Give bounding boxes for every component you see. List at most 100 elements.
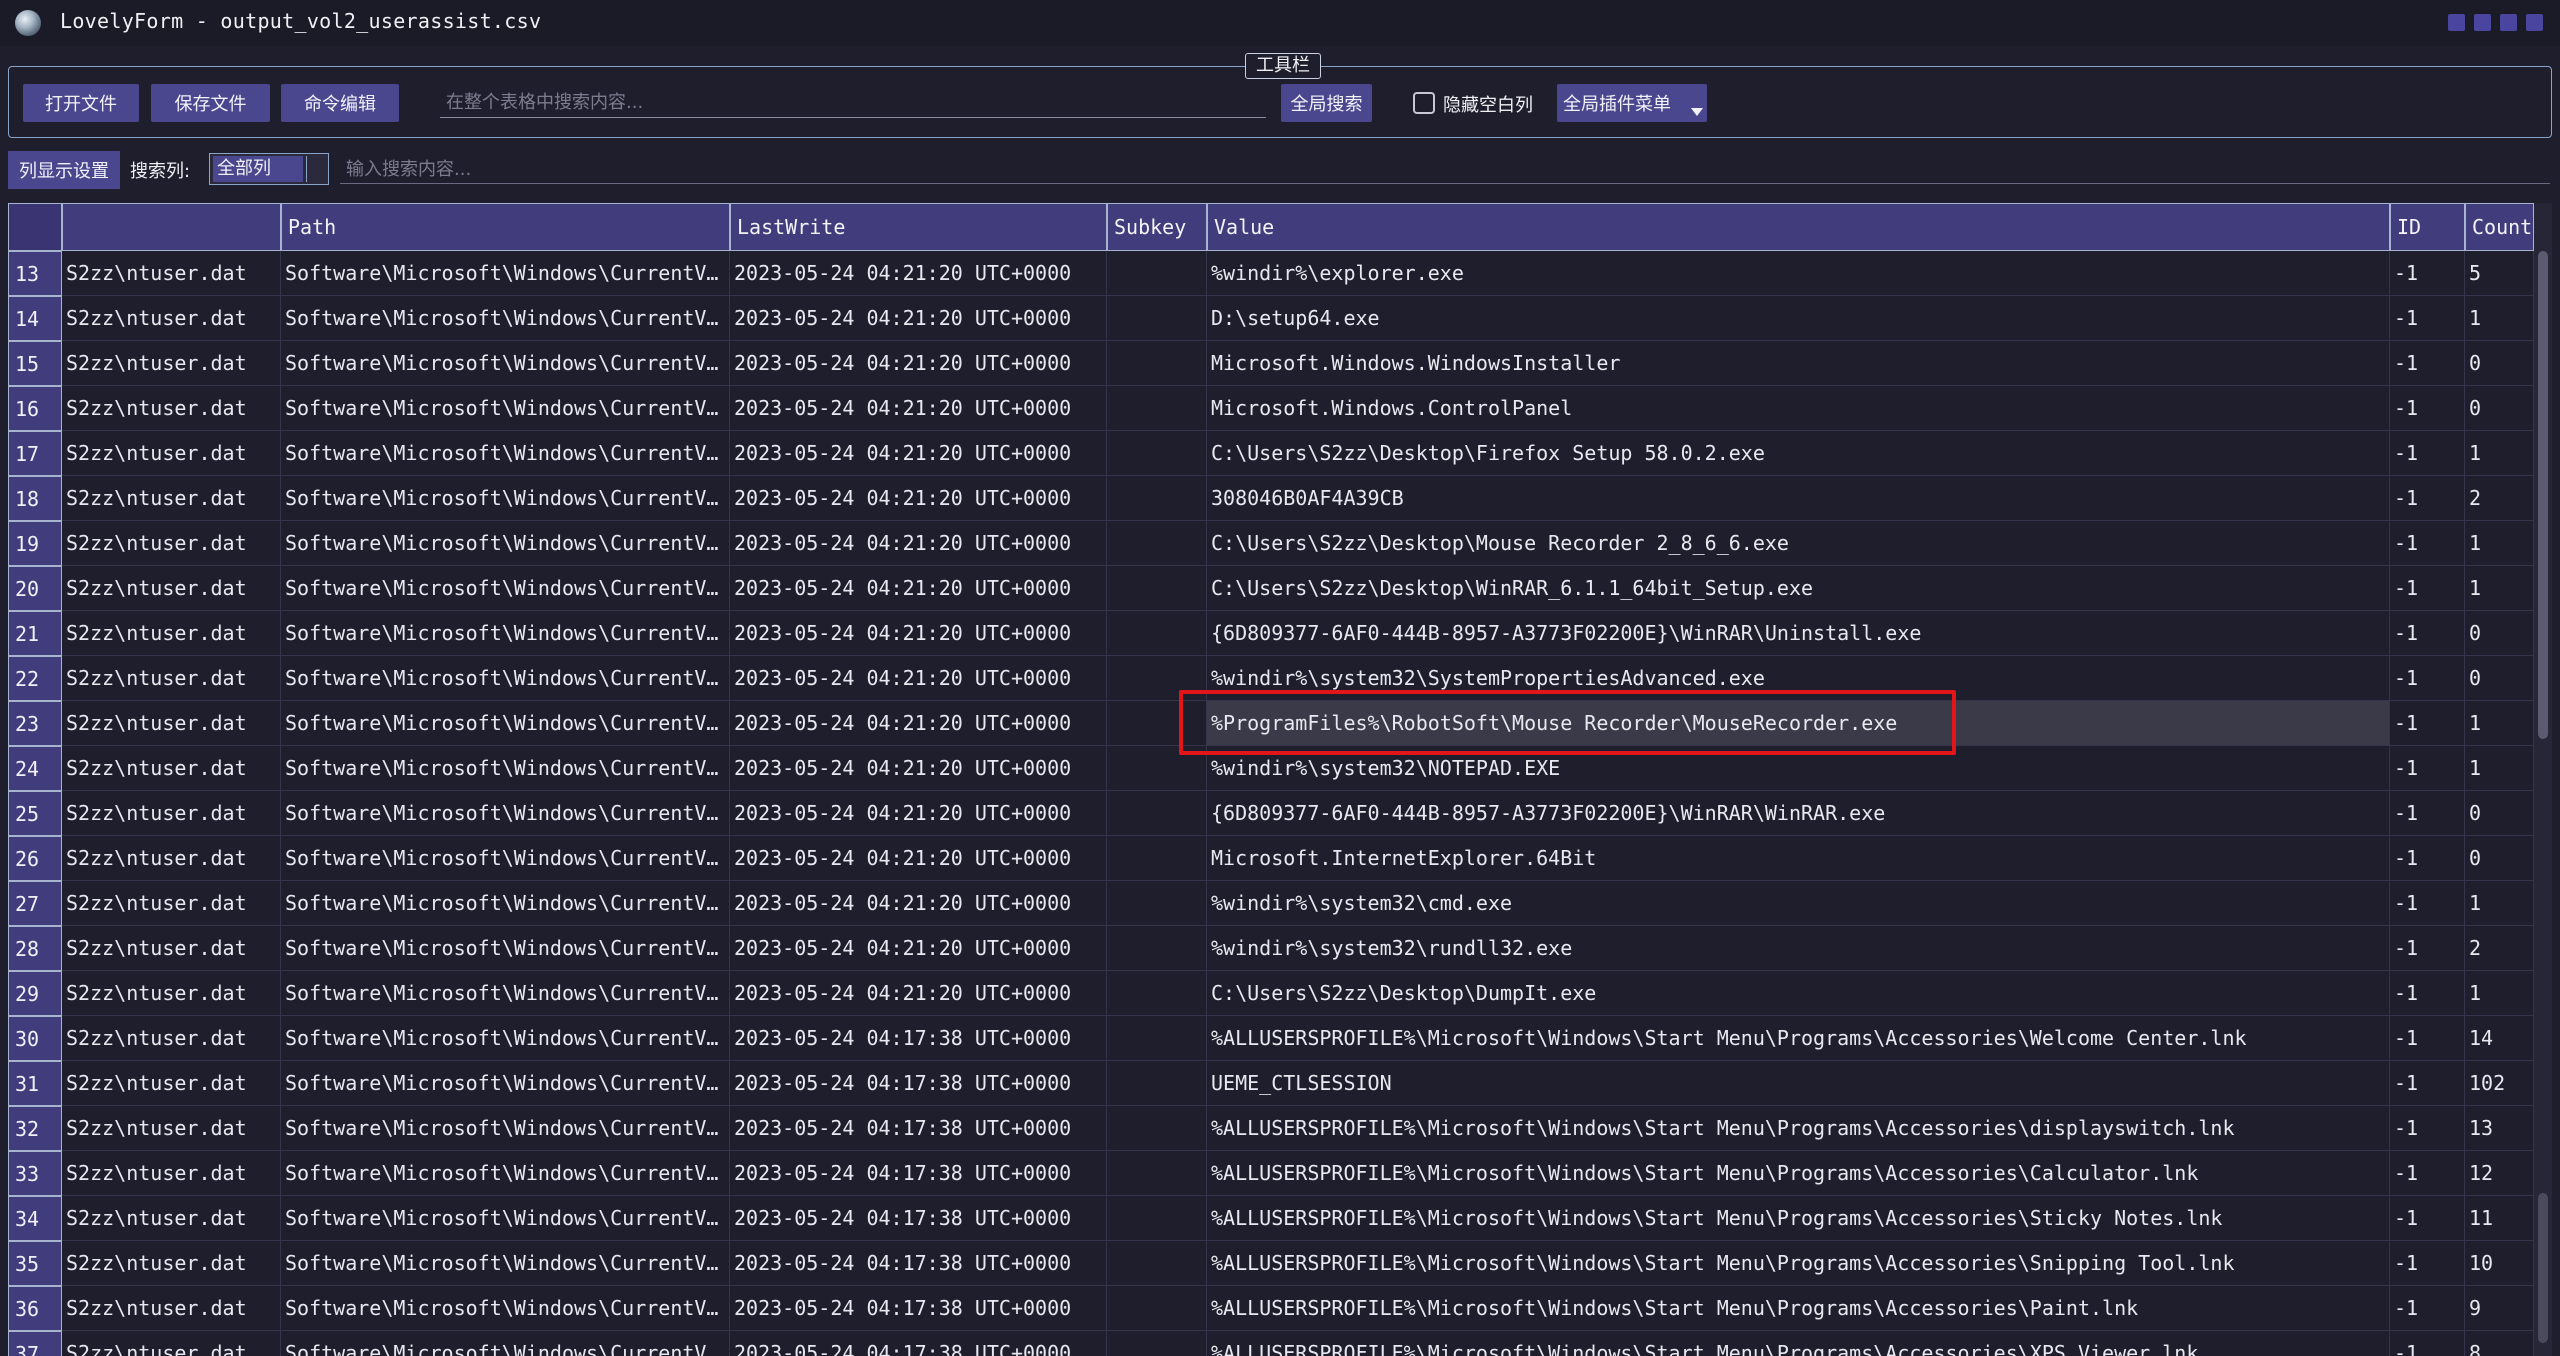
- cell-path[interactable]: Software\Microsoft\Windows\CurrentV…: [281, 791, 730, 836]
- cell-subkey[interactable]: [1107, 656, 1207, 701]
- cell-id[interactable]: -1: [2390, 566, 2465, 611]
- cell-subkey[interactable]: [1107, 881, 1207, 926]
- cell-path[interactable]: Software\Microsoft\Windows\CurrentV…: [281, 971, 730, 1016]
- cell-file[interactable]: S2zz\ntuser.dat: [62, 1061, 281, 1106]
- cell-subkey[interactable]: [1107, 1061, 1207, 1106]
- cell-path[interactable]: Software\Microsoft\Windows\CurrentV…: [281, 701, 730, 746]
- cell-count[interactable]: 12: [2465, 1151, 2534, 1196]
- cell-value[interactable]: %ALLUSERSPROFILE%\Microsoft\Windows\Star…: [1207, 1196, 2390, 1241]
- cell-id[interactable]: -1: [2390, 386, 2465, 431]
- cell-id[interactable]: -1: [2390, 476, 2465, 521]
- vertical-scrollbar[interactable]: [2534, 203, 2552, 1356]
- cell-lastwrite[interactable]: 2023-05-24 04:21:20 UTC+0000: [730, 836, 1107, 881]
- cell-value[interactable]: %windir%\system32\cmd.exe: [1207, 881, 2390, 926]
- row-number[interactable]: 17: [8, 431, 62, 476]
- table-row[interactable]: 30 S2zz\ntuser.dat Software\Microsoft\Wind…: [8, 1016, 2534, 1061]
- cell-value[interactable]: %ALLUSERSPROFILE%\Microsoft\Windows\Star…: [1207, 1286, 2390, 1331]
- cell-count[interactable]: 0: [2465, 611, 2534, 656]
- cell-id[interactable]: -1: [2390, 1151, 2465, 1196]
- row-number[interactable]: 21: [8, 611, 62, 656]
- cell-path[interactable]: Software\Microsoft\Windows\CurrentV…: [281, 1331, 730, 1356]
- table-row[interactable]: 17 S2zz\ntuser.dat Software\Microsoft\Wind…: [8, 431, 2534, 476]
- cell-file[interactable]: S2zz\ntuser.dat: [62, 431, 281, 476]
- cell-value[interactable]: UEME_CTLSESSION: [1207, 1061, 2390, 1106]
- cell-lastwrite[interactable]: 2023-05-24 04:21:20 UTC+0000: [730, 296, 1107, 341]
- column-header-lastwrite[interactable]: LastWrite: [730, 203, 1107, 251]
- cell-value[interactable]: %windir%\system32\NOTEPAD.EXE: [1207, 746, 2390, 791]
- cell-lastwrite[interactable]: 2023-05-24 04:21:20 UTC+0000: [730, 566, 1107, 611]
- cell-file[interactable]: S2zz\ntuser.dat: [62, 791, 281, 836]
- cell-subkey[interactable]: [1107, 566, 1207, 611]
- cell-file[interactable]: S2zz\ntuser.dat: [62, 1151, 281, 1196]
- close-icon[interactable]: [2526, 14, 2543, 31]
- column-header-subkey[interactable]: Subkey: [1107, 203, 1207, 251]
- column-header-file[interactable]: [62, 203, 281, 251]
- table-row[interactable]: 19 S2zz\ntuser.dat Software\Microsoft\Wind…: [8, 521, 2534, 566]
- cell-subkey[interactable]: [1107, 701, 1207, 746]
- cell-id[interactable]: -1: [2390, 521, 2465, 566]
- table-row[interactable]: 24 S2zz\ntuser.dat Software\Microsoft\Wind…: [8, 746, 2534, 791]
- table-row[interactable]: 36 S2zz\ntuser.dat Software\Microsoft\Wind…: [8, 1286, 2534, 1331]
- cell-count[interactable]: 0: [2465, 341, 2534, 386]
- table-row[interactable]: 22 S2zz\ntuser.dat Software\Microsoft\Wind…: [8, 656, 2534, 701]
- cell-id[interactable]: -1: [2390, 251, 2465, 296]
- row-number[interactable]: 20: [8, 566, 62, 611]
- row-number[interactable]: 28: [8, 926, 62, 971]
- column-header-value[interactable]: Value: [1207, 203, 2390, 251]
- global-search-button[interactable]: 全局搜索: [1281, 84, 1372, 122]
- row-number[interactable]: 14: [8, 296, 62, 341]
- cell-count[interactable]: 10: [2465, 1241, 2534, 1286]
- cell-lastwrite[interactable]: 2023-05-24 04:21:20 UTC+0000: [730, 386, 1107, 431]
- restore-icon[interactable]: [2500, 14, 2517, 31]
- row-number[interactable]: 16: [8, 386, 62, 431]
- row-number[interactable]: 22: [8, 656, 62, 701]
- cell-file[interactable]: S2zz\ntuser.dat: [62, 656, 281, 701]
- cell-value[interactable]: %ALLUSERSPROFILE%\Microsoft\Windows\Star…: [1207, 1016, 2390, 1061]
- cell-id[interactable]: -1: [2390, 431, 2465, 476]
- cell-count[interactable]: 1: [2465, 521, 2534, 566]
- cell-count[interactable]: 8: [2465, 1331, 2534, 1356]
- cell-value[interactable]: %ALLUSERSPROFILE%\Microsoft\Windows\Star…: [1207, 1151, 2390, 1196]
- row-number[interactable]: 29: [8, 971, 62, 1016]
- cell-subkey[interactable]: [1107, 791, 1207, 836]
- table-row[interactable]: 26 S2zz\ntuser.dat Software\Microsoft\Wind…: [8, 836, 2534, 881]
- cell-path[interactable]: Software\Microsoft\Windows\CurrentV…: [281, 1106, 730, 1151]
- cell-subkey[interactable]: [1107, 746, 1207, 791]
- minimize-icon[interactable]: [2448, 14, 2465, 31]
- row-number[interactable]: 30: [8, 1016, 62, 1061]
- cell-path[interactable]: Software\Microsoft\Windows\CurrentV…: [281, 1286, 730, 1331]
- row-number[interactable]: 36: [8, 1286, 62, 1331]
- cell-subkey[interactable]: [1107, 386, 1207, 431]
- cell-id[interactable]: -1: [2390, 1106, 2465, 1151]
- scrollbar-thumb[interactable]: [2538, 251, 2548, 739]
- cell-lastwrite[interactable]: 2023-05-24 04:17:38 UTC+0000: [730, 1151, 1107, 1196]
- cell-id[interactable]: -1: [2390, 926, 2465, 971]
- cell-lastwrite[interactable]: 2023-05-24 04:17:38 UTC+0000: [730, 1331, 1107, 1356]
- cell-file[interactable]: S2zz\ntuser.dat: [62, 1196, 281, 1241]
- cell-count[interactable]: 14: [2465, 1016, 2534, 1061]
- cell-lastwrite[interactable]: 2023-05-24 04:21:20 UTC+0000: [730, 611, 1107, 656]
- cell-file[interactable]: S2zz\ntuser.dat: [62, 476, 281, 521]
- row-number[interactable]: 27: [8, 881, 62, 926]
- cell-subkey[interactable]: [1107, 1151, 1207, 1196]
- row-number[interactable]: 26: [8, 836, 62, 881]
- cell-path[interactable]: Software\Microsoft\Windows\CurrentV…: [281, 476, 730, 521]
- cell-count[interactable]: 1: [2465, 296, 2534, 341]
- cell-id[interactable]: -1: [2390, 1196, 2465, 1241]
- table-row[interactable]: 34 S2zz\ntuser.dat Software\Microsoft\Wind…: [8, 1196, 2534, 1241]
- cell-value[interactable]: Microsoft.InternetExplorer.64Bit: [1207, 836, 2390, 881]
- cell-count[interactable]: 0: [2465, 386, 2534, 431]
- cell-subkey[interactable]: [1107, 971, 1207, 1016]
- table-row[interactable]: 32 S2zz\ntuser.dat Software\Microsoft\Wind…: [8, 1106, 2534, 1151]
- cell-lastwrite[interactable]: 2023-05-24 04:17:38 UTC+0000: [730, 1196, 1107, 1241]
- cell-count[interactable]: 11: [2465, 1196, 2534, 1241]
- row-number[interactable]: 37: [8, 1331, 62, 1356]
- cell-value[interactable]: D:\setup64.exe: [1207, 296, 2390, 341]
- cell-lastwrite[interactable]: 2023-05-24 04:21:20 UTC+0000: [730, 746, 1107, 791]
- cell-id[interactable]: -1: [2390, 746, 2465, 791]
- column-search-input[interactable]: [340, 156, 2550, 184]
- cell-path[interactable]: Software\Microsoft\Windows\CurrentV…: [281, 296, 730, 341]
- row-number[interactable]: 33: [8, 1151, 62, 1196]
- table-row[interactable]: 33 S2zz\ntuser.dat Software\Microsoft\Wind…: [8, 1151, 2534, 1196]
- table-row[interactable]: 25 S2zz\ntuser.dat Software\Microsoft\Wind…: [8, 791, 2534, 836]
